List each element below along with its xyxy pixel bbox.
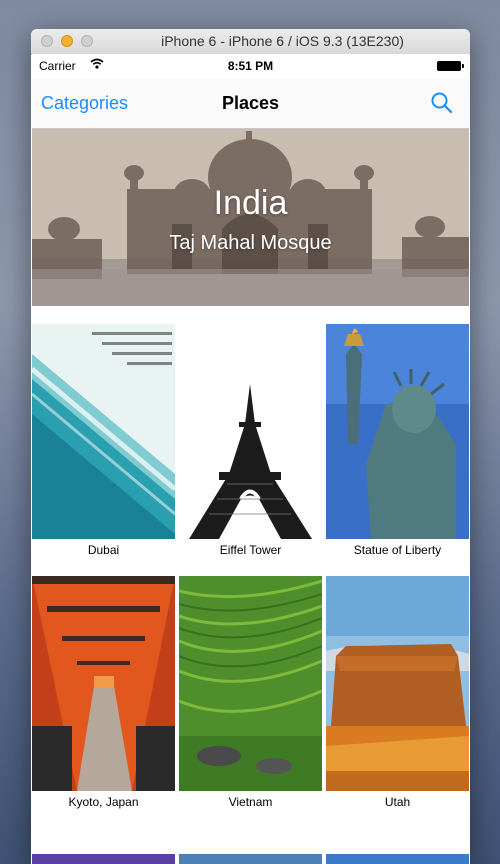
navigation-bar: Categories Places xyxy=(32,78,469,129)
phone-screen: Carrier 8:51 PM Categories Places India … xyxy=(32,54,469,864)
featured-country-title: India xyxy=(213,184,288,222)
simulator-window: iPhone 6 - iPhone 6 / iOS 9.3 (13E230) C… xyxy=(31,29,470,864)
next-row-tile-peek xyxy=(179,854,322,864)
place-name: Statue of Liberty xyxy=(353,543,442,557)
battery-icon xyxy=(437,61,464,71)
status-time: 8:51 PM xyxy=(227,59,274,73)
utah-image xyxy=(326,576,469,791)
window-titlebar: iPhone 6 - iPhone 6 / iOS 9.3 (13E230) xyxy=(31,29,470,55)
next-row-tile-peek xyxy=(32,854,175,864)
place-tile-kyoto-japan[interactable]: Kyoto, Japan xyxy=(32,576,175,819)
place-name: Dubai xyxy=(87,543,120,557)
place-tile-vietnam[interactable]: Vietnam xyxy=(179,576,322,819)
place-tile-eiffel-tower[interactable]: Eiffel Tower xyxy=(179,324,322,567)
status-bar: Carrier 8:51 PM xyxy=(32,54,469,78)
place-name: Eiffel Tower xyxy=(219,543,282,557)
close-window-button[interactable] xyxy=(41,35,53,47)
place-name: Kyoto, Japan xyxy=(68,795,139,809)
place-name: Utah xyxy=(384,795,411,809)
window-title: iPhone 6 - iPhone 6 / iOS 9.3 (13E230) xyxy=(161,33,404,49)
vietnam-image xyxy=(179,576,322,791)
statue-of-liberty-image xyxy=(326,324,469,539)
featured-place-banner[interactable]: India Taj Mahal Mosque xyxy=(32,129,469,306)
place-tile-statue-of-liberty[interactable]: Statue of Liberty xyxy=(326,324,469,567)
place-name: Vietnam xyxy=(228,795,273,809)
place-tile-utah[interactable]: Utah xyxy=(326,576,469,819)
place-tile-dubai[interactable]: Dubai xyxy=(32,324,175,567)
eiffel-tower-image xyxy=(179,324,322,539)
search-icon[interactable] xyxy=(429,90,455,116)
zoom-window-button[interactable] xyxy=(81,35,93,47)
page-title: Places xyxy=(221,93,280,113)
next-row-tile-peek xyxy=(326,854,469,864)
dubai-image xyxy=(32,324,175,539)
minimize-window-button[interactable] xyxy=(61,35,73,47)
featured-place-subtitle: Taj Mahal Mosque xyxy=(169,232,332,254)
kyoto-japan-image xyxy=(32,576,175,791)
